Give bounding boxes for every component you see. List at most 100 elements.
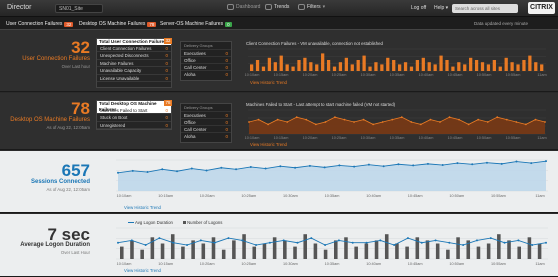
data-point xyxy=(176,170,179,173)
bar xyxy=(201,243,206,259)
x-tick-label: 10:50am xyxy=(449,262,464,266)
view-historic-trend-link[interactable]: View Historic Trend xyxy=(250,142,287,147)
data-point xyxy=(296,241,299,244)
list-item[interactable]: Stuck on Boot 0 xyxy=(97,114,171,122)
x-tick-label: 10:25am xyxy=(241,194,256,198)
data-point xyxy=(343,118,346,121)
x-tick-label: 10:45am xyxy=(448,136,463,140)
data-point xyxy=(172,241,175,244)
view-historic-trend-link[interactable]: View Historic Trend xyxy=(124,268,161,273)
list-item[interactable]: Unexpected Disconnects 0 xyxy=(97,52,171,60)
bar xyxy=(403,62,408,71)
group-item[interactable]: Executives 0 xyxy=(181,111,231,118)
data-point xyxy=(362,118,365,121)
data-point xyxy=(530,162,533,165)
data-point xyxy=(496,116,499,119)
group-item[interactable]: Call Center 0 xyxy=(181,125,231,132)
x-tick-label: 10:20am xyxy=(303,136,318,140)
list-item[interactable]: Unregistered 0 xyxy=(97,122,171,130)
bar xyxy=(517,246,521,259)
logoff-link[interactable]: Log off xyxy=(411,5,426,11)
panel-title: Average Logon Duration xyxy=(20,242,90,248)
trends-button[interactable]: Trends xyxy=(265,4,289,10)
bar xyxy=(486,243,491,259)
list-item[interactable]: Unavailable Capacity 0 xyxy=(97,67,171,75)
view-historic-trend-link[interactable]: View Historic Trend xyxy=(124,205,161,210)
delivery-group-list: Delivery Groups Executives 0 Office 0 Call… xyxy=(180,41,232,81)
bar xyxy=(384,234,389,259)
bar xyxy=(140,249,144,259)
bar xyxy=(261,66,266,71)
data-point xyxy=(117,171,119,174)
bar xyxy=(425,240,430,259)
group-value: 0 xyxy=(225,134,228,139)
data-point xyxy=(456,162,459,165)
tab-user-connection-failures[interactable]: User Connection Failures 32 xyxy=(6,19,74,29)
bar xyxy=(368,66,372,71)
data-point xyxy=(264,167,267,170)
bar xyxy=(334,240,338,259)
item-label: Client Connection Failures xyxy=(100,46,152,51)
group-item[interactable]: Office 0 xyxy=(181,56,231,63)
bar xyxy=(476,246,481,259)
list-item[interactable]: Machine Failures 0 xyxy=(97,60,171,68)
help-menu[interactable]: Help ▾ xyxy=(434,5,448,11)
bar xyxy=(469,57,473,71)
site-select[interactable]: SN01_Site xyxy=(55,4,103,13)
bar xyxy=(344,237,348,259)
x-tick-label: 10:35am xyxy=(390,136,405,140)
group-item[interactable]: Aloha 0 xyxy=(181,70,231,77)
search-input[interactable]: Search across all sites xyxy=(452,4,518,13)
list-item-selected[interactable]: Machines Failed to Start 0 xyxy=(97,107,171,115)
data-point xyxy=(308,164,311,167)
bar xyxy=(285,64,289,71)
group-label: Executives xyxy=(184,51,206,56)
filters-button[interactable]: Filters ▾ xyxy=(298,4,325,10)
citrix-logo: CITRIX xyxy=(528,2,555,14)
bar xyxy=(537,243,542,259)
data-point xyxy=(412,164,415,167)
group-item[interactable]: Aloha 0 xyxy=(181,132,231,139)
dashboard-button[interactable]: Dashboard xyxy=(227,4,260,10)
bar xyxy=(313,243,318,259)
panel-title: User Connection Failures xyxy=(22,56,90,62)
bar xyxy=(540,64,544,71)
bar xyxy=(392,60,396,71)
data-point xyxy=(310,237,313,240)
data-point xyxy=(324,244,327,247)
data-point xyxy=(426,162,429,165)
chart-title: Client Connection Failures - VM unavaila… xyxy=(246,41,383,46)
item-value: 0 xyxy=(165,122,168,128)
list-item[interactable]: License Unavailable 0 xyxy=(97,75,171,82)
data-point xyxy=(282,239,285,242)
x-tick-label: 10:15am xyxy=(158,194,173,198)
view-historic-trend-link[interactable]: View Historic Trend xyxy=(250,80,287,85)
bar xyxy=(130,240,134,259)
data-point xyxy=(545,241,547,244)
tab-server-os-failures[interactable]: Server-OS Machine Failures 0 xyxy=(160,19,232,29)
bar xyxy=(303,234,307,259)
data-point xyxy=(545,160,547,163)
data-point xyxy=(400,116,403,119)
panel-title: Desktop OS Machine Failures xyxy=(10,117,90,123)
dashboard-icon xyxy=(227,4,234,10)
list-item[interactable]: Client Connection Failures 0 xyxy=(97,45,171,53)
bar xyxy=(362,55,366,71)
group-item[interactable]: Office 0 xyxy=(181,118,231,125)
bar xyxy=(451,66,455,71)
x-tick-label: 10:15am xyxy=(274,136,289,140)
x-tick-label: 10:30am xyxy=(361,73,376,77)
x-tick-label: 11am xyxy=(537,73,546,77)
item-label: License Unavailable xyxy=(100,75,140,81)
x-tick-label: 10:25am xyxy=(241,262,256,266)
data-point xyxy=(334,116,336,119)
tab-desktop-os-failures[interactable]: Desktop OS Machine Failures 78 xyxy=(79,19,157,29)
group-item[interactable]: Executives 0 xyxy=(181,49,231,56)
group-item[interactable]: Call Center 0 xyxy=(181,63,231,70)
update-status: Data updated every minute xyxy=(474,21,529,26)
data-point xyxy=(227,237,230,240)
bar xyxy=(242,234,246,259)
data-point xyxy=(365,241,368,244)
group-label: Aloha xyxy=(184,72,196,77)
bar xyxy=(405,246,409,259)
